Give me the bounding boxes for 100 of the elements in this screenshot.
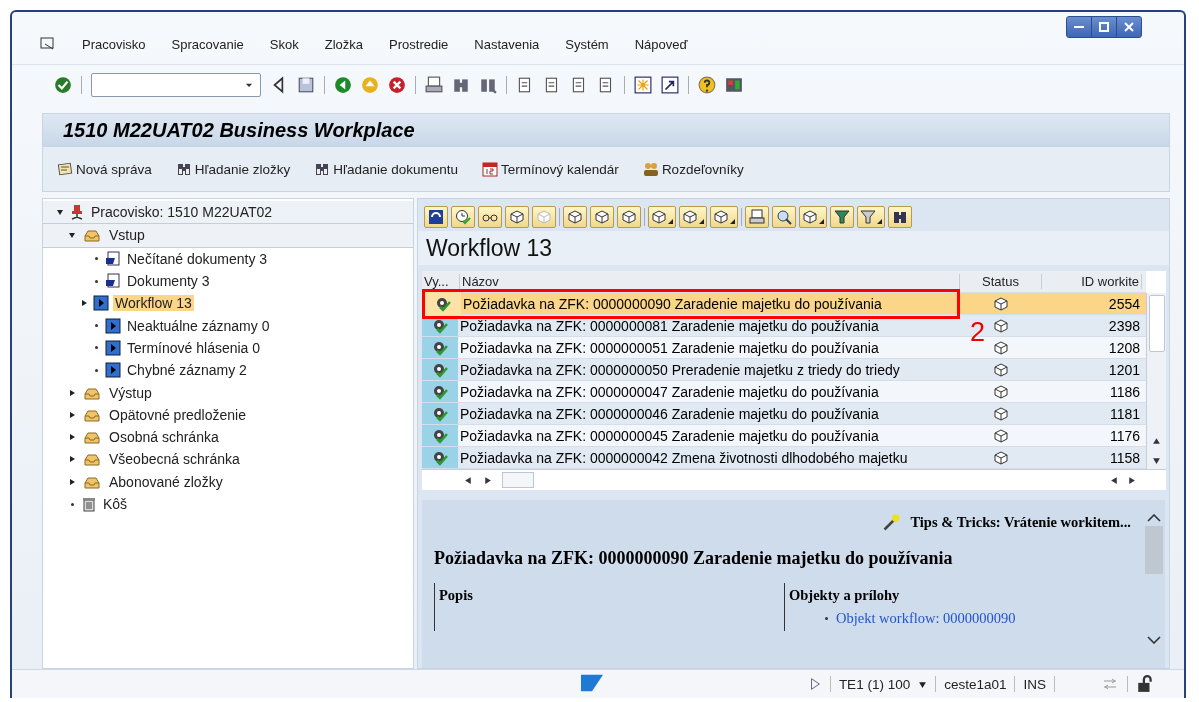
chevron-up-icon[interactable] — [1147, 514, 1161, 522]
toolbar-button[interactable]: Rozdeľovníky — [642, 161, 744, 177]
workitem-gear-icon — [432, 383, 448, 400]
table-cell[interactable]: Požiadavka na ZFK: 0000000050 Preradenie majetku z triedy do triedy — [458, 361, 960, 378]
expand-caret-icon — [68, 388, 76, 397]
menu-item[interactable]: Nastavenia — [474, 36, 540, 52]
minimize-icon — [1074, 26, 1084, 28]
list-tool-button[interactable] — [745, 206, 769, 228]
tree-item[interactable]: Workflow 13 — [113, 295, 194, 312]
tree-item[interactable]: Výstup — [107, 384, 154, 401]
toolbar-button[interactable]: Hľadanie dokumentu — [314, 161, 459, 177]
workitem-gear-icon — [432, 361, 448, 378]
list-tool-button[interactable] — [563, 206, 587, 228]
scroll-down-icon — [1152, 456, 1161, 465]
list-tool-button[interactable] — [772, 206, 796, 228]
connection-icon — [1101, 676, 1119, 692]
layout-icon — [725, 76, 743, 94]
list-tool-button[interactable] — [710, 206, 738, 228]
list-tool-button[interactable] — [505, 206, 529, 228]
chevron-down-icon[interactable] — [1147, 636, 1161, 644]
find-next-icon — [479, 76, 497, 94]
tree-item[interactable]: Vstup — [107, 227, 147, 244]
list-tool-button[interactable] — [857, 206, 885, 228]
tree-item[interactable]: Termínové hlásenia 0 — [125, 339, 263, 356]
table-cell-text: 1176 — [1108, 427, 1141, 444]
tree-item[interactable]: Neaktuálne záznamy 0 — [125, 317, 272, 334]
list-tool-button[interactable] — [799, 206, 827, 228]
toolbar-button[interactable]: Termínový kalendár — [482, 161, 619, 177]
play-square-icon — [105, 317, 121, 334]
note-pen-icon — [57, 161, 73, 177]
bullet-icon — [94, 346, 98, 350]
table-cell[interactable]: Požiadavka na ZFK: 0000000047 Zaradenie majetku do používania — [458, 383, 960, 400]
table-cell[interactable]: Požiadavka na ZFK: 0000000081 Zaradenie majetku do používania — [458, 317, 960, 334]
list-tool-button[interactable] — [679, 206, 707, 228]
tree-item[interactable]: Osobná schránka — [107, 429, 221, 446]
table-cell[interactable]: Požiadavka na ZFK: 0000000051 Zaradenie majetku do používania — [458, 339, 960, 356]
binoculars-icon — [892, 209, 908, 225]
list-tool-button[interactable] — [451, 206, 475, 228]
play-square-icon — [105, 362, 121, 379]
list-tool-button[interactable] — [648, 206, 676, 228]
toolbar-button[interactable]: Nová správa — [57, 161, 152, 177]
column-header[interactable]: Status — [960, 274, 1042, 289]
scroll-left-icon — [1110, 475, 1119, 485]
workitem-gear-icon — [432, 405, 448, 422]
horizontal-scrollbar[interactable] — [422, 469, 1166, 490]
exit-icon — [361, 76, 379, 94]
tree-item[interactable]: Abonované zložky — [107, 473, 225, 490]
tree-item[interactable]: Chybné záznamy 2 — [125, 362, 249, 379]
menu-item[interactable]: Zložka — [324, 36, 364, 52]
scroll-thumb[interactable] — [1148, 295, 1165, 352]
command-field[interactable] — [91, 73, 261, 97]
list-tool-button[interactable] — [478, 206, 502, 228]
table-cell[interactable]: Požiadavka na ZFK: 0000000042 Zmena životnosti dlhodobého majetku — [458, 449, 960, 466]
scroll-thumb[interactable] — [502, 472, 534, 488]
tree-item[interactable]: Nečítané dokumenty 3 — [125, 250, 270, 267]
column-header[interactable]: ID workite — [1042, 274, 1142, 289]
table-cell[interactable]: Požiadavka na ZFK: 0000000045 Zaradenie majetku do používania — [458, 427, 960, 444]
collapse-caret-icon — [68, 231, 76, 240]
input-mode[interactable]: INS — [1023, 676, 1046, 692]
scroll-thumb[interactable] — [1145, 526, 1163, 574]
menu-item[interactable]: Prostredie — [389, 36, 449, 52]
tree-item[interactable]: Kôš — [101, 496, 130, 512]
vertical-scrollbar[interactable] — [1146, 293, 1166, 469]
dropdown-corner-icon — [877, 219, 882, 224]
bullet-icon — [70, 502, 74, 506]
list-tool-button[interactable] — [424, 206, 448, 228]
list-tool-button[interactable] — [590, 206, 614, 228]
menu-item[interactable]: Spracovanie — [171, 36, 244, 52]
cube-icon — [993, 317, 1009, 334]
expand-caret-icon — [68, 410, 76, 419]
table-cell[interactable]: Požiadavka na ZFK: 0000000046 Zaradenie majetku do používania — [458, 405, 960, 422]
table-cell[interactable]: Požiadavka na ZFK: 0000000090 Zaradenie majetku do používania — [461, 296, 957, 312]
toolbar-button[interactable]: Hľadanie zložky — [175, 161, 291, 177]
section-heading: Popis — [439, 587, 473, 603]
column-header[interactable]: Názov — [460, 274, 960, 289]
menu-item[interactable]: Systém — [565, 36, 609, 52]
workflow-link[interactable]: Objekt workflow: 0000000090 — [836, 610, 1016, 627]
tree-item[interactable]: Opätovné predloženie — [107, 406, 248, 423]
table-cell-text: 1201 — [1107, 361, 1141, 378]
list-tool-button[interactable] — [617, 206, 641, 228]
tree-item[interactable]: Všeobecná schránka — [107, 451, 242, 468]
menu-item[interactable]: Nápoveď — [634, 36, 688, 52]
annotation-number: 2 — [970, 319, 986, 346]
system-info[interactable]: TE1 (1) 100 — [838, 676, 911, 692]
inbox-tray-icon — [81, 429, 103, 446]
bullet-icon — [94, 257, 98, 261]
workitem-gear-icon — [432, 427, 448, 444]
menu-item[interactable]: Skok — [269, 36, 299, 52]
column-header[interactable]: Vy... — [422, 274, 460, 289]
table-cell-text: 1186 — [1108, 383, 1141, 400]
list-tool-button[interactable] — [830, 206, 854, 228]
list-tool-button[interactable] — [888, 206, 912, 228]
table-cell-text: 1158 — [1108, 449, 1141, 466]
menu-item[interactable]: Pracovisko — [82, 36, 146, 52]
workitem-gear-icon — [432, 317, 448, 334]
expand-caret-icon — [68, 477, 76, 486]
tree-item[interactable]: Dokumenty 3 — [125, 273, 212, 290]
filter-icon — [834, 209, 850, 225]
tips-link[interactable]: Tips & Tricks: Vrátenie workitem... — [910, 513, 1131, 531]
find-icon — [452, 76, 470, 94]
